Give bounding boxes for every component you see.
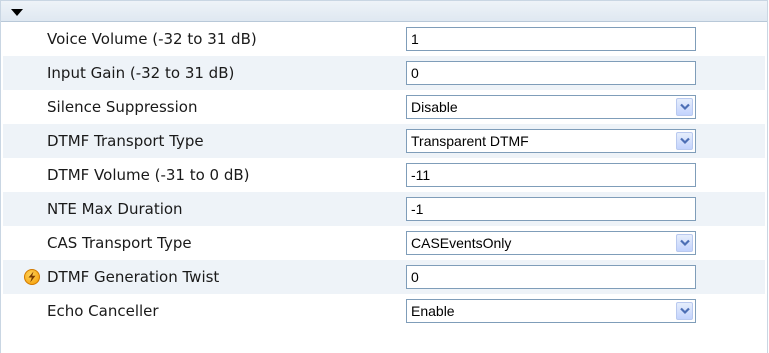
cas-transport-type-select[interactable]: CASEventsOnly [406,231,696,255]
row-nte-max-duration: NTE Max Duration [3,192,765,226]
cas-transport-type-label: CAS Transport Type [47,234,192,252]
row-echo-canceller: Echo Canceller Enable [3,294,765,328]
nte-max-duration-label: NTE Max Duration [47,200,183,218]
echo-canceller-value: Enable [411,303,455,319]
silence-suppression-label: Silence Suppression [47,98,198,116]
dropdown-arrow-button[interactable] [676,132,693,150]
row-cas-transport-type: CAS Transport Type CASEventsOnly [3,226,765,260]
chevron-down-icon [680,239,690,247]
row-dtmf-volume: DTMF Volume (-31 to 0 dB) [3,158,765,192]
voice-volume-label: Voice Volume (-32 to 31 dB) [47,30,257,48]
chevron-down-icon [680,307,690,315]
silence-suppression-value: Disable [411,99,458,115]
input-gain-label: Input Gain (-32 to 31 dB) [47,64,235,82]
input-gain-input[interactable] [406,61,696,85]
row-silence-suppression: Silence Suppression Disable [3,90,765,124]
collapse-caret-icon[interactable] [11,9,23,16]
dtmf-generation-twist-input[interactable] [406,265,696,289]
section-header[interactable] [1,0,767,22]
chevron-down-icon [680,137,690,145]
echo-canceller-label: Echo Canceller [47,302,159,320]
dropdown-arrow-button[interactable] [676,302,693,320]
dtmf-generation-twist-label: DTMF Generation Twist [47,268,220,286]
row-dtmf-generation-twist: DTMF Generation Twist [3,260,765,294]
echo-canceller-select[interactable]: Enable [406,299,696,323]
dtmf-volume-input[interactable] [406,163,696,187]
dtmf-transport-type-select[interactable]: Transparent DTMF [406,129,696,153]
dtmf-volume-label: DTMF Volume (-31 to 0 dB) [47,166,250,184]
dropdown-arrow-button[interactable] [676,234,693,252]
row-dtmf-transport-type: DTMF Transport Type Transparent DTMF [3,124,765,158]
row-voice-volume: Voice Volume (-32 to 31 dB) [3,22,765,56]
dtmf-transport-type-label: DTMF Transport Type [47,132,204,150]
dropdown-arrow-button[interactable] [676,98,693,116]
settings-panel: Voice Volume (-32 to 31 dB) Input Gain (… [0,0,768,353]
silence-suppression-select[interactable]: Disable [406,95,696,119]
row-input-gain: Input Gain (-32 to 31 dB) [3,56,765,90]
cas-transport-type-value: CASEventsOnly [411,235,512,251]
lightning-bolt-icon [24,269,40,285]
nte-max-duration-input[interactable] [406,197,696,221]
voice-volume-input[interactable] [406,27,696,51]
dtmf-transport-type-value: Transparent DTMF [411,133,529,149]
chevron-down-icon [680,103,690,111]
